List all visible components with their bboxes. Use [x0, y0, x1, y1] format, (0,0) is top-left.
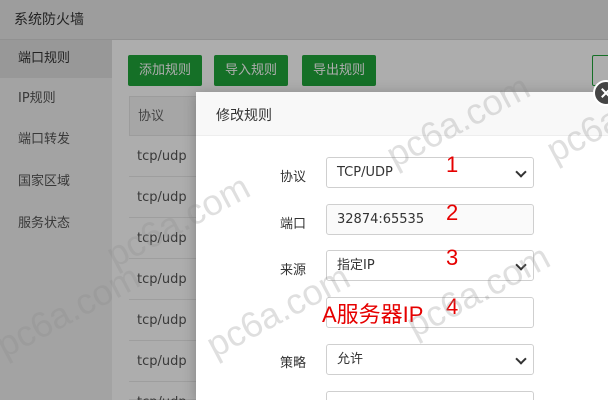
port-label: 端口	[280, 217, 307, 232]
edit-rule-dialog: 修改规则 协议 TCP/UDP 端口 32874:65535 来源 指定IP 策…	[196, 92, 608, 400]
port-value: 32874:65535	[337, 212, 425, 227]
source-select[interactable]: 指定IP	[326, 250, 534, 281]
chevron-down-icon	[515, 166, 527, 178]
source-value: 指定IP	[337, 258, 375, 273]
chevron-down-icon	[515, 259, 527, 271]
chevron-down-icon	[515, 353, 527, 365]
protocol-value: TCP/UDP	[337, 165, 393, 180]
policy-select[interactable]: 允许	[326, 344, 534, 375]
protocol-select[interactable]: TCP/UDP	[326, 157, 534, 188]
source-label: 来源	[280, 263, 307, 278]
annotation-number-1: 1	[446, 152, 459, 177]
dialog-title: 修改规则	[216, 108, 272, 124]
dialog-header: 修改规则	[196, 92, 608, 136]
annotation-number-4: 4	[446, 294, 459, 319]
policy-value: 允许	[337, 352, 364, 367]
next-field[interactable]	[326, 391, 534, 400]
annotation-number-3: 3	[446, 245, 459, 270]
protocol-label: 协议	[280, 170, 307, 185]
port-input[interactable]: 32874:65535	[326, 204, 534, 235]
annotation-server-ip: A服务器IP	[322, 302, 424, 327]
policy-label: 策略	[280, 356, 307, 371]
annotation-number-2: 2	[446, 200, 459, 225]
